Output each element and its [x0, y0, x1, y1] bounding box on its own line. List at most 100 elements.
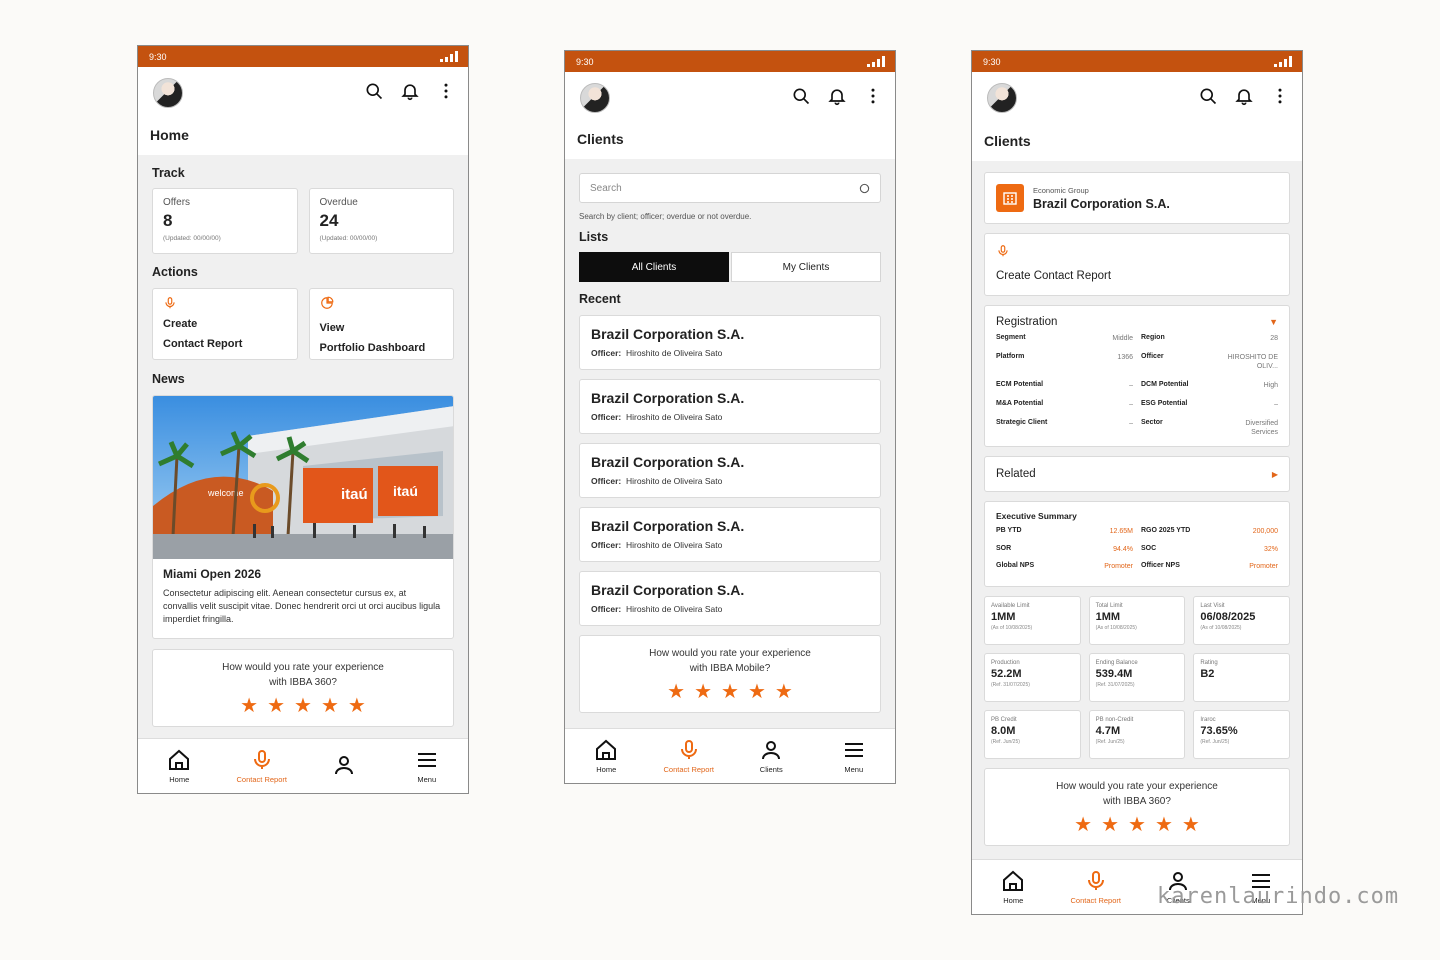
client-list-item[interactable]: Brazil Corporation S.A. Officer: Hiroshi… — [579, 315, 881, 370]
sign-text-2: itaú — [393, 483, 418, 499]
metric-label: Available Limit — [991, 602, 1030, 609]
app-header: Clients — [972, 72, 1302, 161]
metric-value: 1MM — [1095, 610, 1121, 623]
tab-my-clients[interactable]: My Clients — [731, 252, 881, 282]
nav-menu[interactable]: Menu — [386, 739, 469, 793]
star-rating[interactable]: ★ ★ ★ ★ ★ — [993, 815, 1281, 835]
star-icon[interactable]: ★ — [1128, 815, 1146, 835]
star-rating[interactable]: ★ ★ ★ ★ ★ — [161, 696, 445, 716]
nav-home[interactable]: Home — [138, 739, 221, 793]
officer-name: Hiroshito de Oliveira Sato — [625, 604, 723, 614]
star-icon[interactable]: ★ — [775, 682, 793, 702]
metric-card: Available Limit 1MM (As of 10/08/2025) — [984, 595, 1081, 645]
nav-contact-report[interactable]: Contact Report — [1055, 860, 1138, 914]
metric-ref: (Ref. 31/07/2025) — [991, 681, 1030, 688]
field-value: – — [1274, 401, 1278, 408]
caret-down-icon[interactable]: ▼ — [1269, 317, 1278, 327]
bell-icon[interactable] — [400, 81, 420, 101]
search-icon[interactable] — [364, 81, 384, 101]
avatar[interactable] — [153, 78, 183, 108]
nav-label: Menu — [417, 775, 437, 784]
nav-profile[interactable] — [303, 739, 386, 793]
avatar[interactable] — [987, 83, 1017, 113]
metric-card: Iraroc 73.65% (Ref. Jun/25) — [1193, 709, 1290, 759]
metric-card: Rating B2 — [1193, 652, 1290, 702]
more-vertical-icon[interactable] — [436, 81, 456, 101]
status-time: 9:30 — [576, 56, 594, 67]
nav-contact-report[interactable]: Contact Report — [221, 739, 304, 793]
metric-label: Officer NPS — [1141, 562, 1180, 569]
create-contact-report-button[interactable]: Create Contact Report — [984, 233, 1290, 296]
star-icon[interactable]: ★ — [240, 696, 258, 716]
create-contact-report-button[interactable]: Create Contact Report — [152, 288, 298, 360]
star-icon[interactable]: ★ — [348, 696, 366, 716]
search-input[interactable] — [590, 182, 830, 194]
view-portfolio-dashboard-button[interactable]: View Portfolio Dashboard — [308, 288, 454, 360]
more-vertical-icon[interactable] — [863, 86, 883, 106]
metric-label: Iraroc — [1200, 716, 1216, 723]
metric-label: SOC — [1141, 544, 1157, 552]
news-title: Miami Open 2026 — [163, 567, 262, 581]
news-card[interactable]: itaú itaú welcome Miami Open 2026 Consec… — [152, 395, 454, 639]
overdue-updated: (Updated: 00/00/00) — [319, 235, 378, 242]
metric-value: 52.2M — [991, 667, 1022, 680]
star-icon[interactable]: ★ — [321, 696, 339, 716]
bell-icon[interactable] — [1234, 86, 1254, 106]
star-icon[interactable]: ★ — [1155, 815, 1173, 835]
search-icon[interactable] — [791, 86, 811, 106]
home-icon — [1003, 870, 1024, 891]
phone-client-detail-screen: 9:30 Clients Economic Group Brazil Corpo… — [971, 50, 1303, 915]
caret-right-icon: ▶ — [1271, 469, 1278, 479]
metric-label: SOR — [996, 544, 1012, 552]
nav-clients[interactable]: Clients — [730, 729, 813, 783]
overdue-card[interactable]: Overdue 24 (Updated: 00/00/00) — [308, 188, 454, 254]
tab-all-clients[interactable]: All Clients — [579, 252, 729, 282]
star-rating[interactable]: ★ ★ ★ ★ ★ — [588, 682, 872, 702]
actions-heading: Actions — [152, 265, 198, 279]
more-vertical-icon[interactable] — [1270, 86, 1290, 106]
create-contact-report-label: Create Contact Report — [996, 270, 1112, 282]
offers-card[interactable]: Offers 8 (Updated: 00/00/00) — [152, 188, 298, 254]
metric-label: Rating — [1200, 659, 1218, 666]
page-title: Clients — [984, 133, 1031, 149]
metric-value: 94.4% — [1113, 545, 1133, 553]
avatar[interactable] — [580, 83, 610, 113]
officer-name: Hiroshito de Oliveira Sato — [625, 540, 723, 550]
star-icon[interactable]: ★ — [721, 682, 739, 702]
star-icon[interactable]: ★ — [1101, 815, 1119, 835]
star-icon[interactable]: ★ — [748, 682, 766, 702]
star-icon[interactable]: ★ — [267, 696, 285, 716]
offers-count: 8 — [163, 211, 173, 230]
star-icon[interactable]: ★ — [1182, 815, 1200, 835]
star-icon[interactable]: ★ — [667, 682, 685, 702]
metric-value: 539.4M — [1095, 667, 1133, 680]
economic-group-card[interactable]: Economic Group Brazil Corporation S.A. — [984, 172, 1290, 224]
field-label: Sector — [1141, 419, 1163, 426]
star-icon[interactable]: ★ — [1074, 815, 1092, 835]
client-list-item[interactable]: Brazil Corporation S.A. Officer: Hiroshi… — [579, 443, 881, 498]
bell-icon[interactable] — [827, 86, 847, 106]
search-icon[interactable] — [1198, 86, 1218, 106]
metric-ref: (Ref. 31/07/2025) — [1095, 681, 1135, 688]
client-list-item[interactable]: Brazil Corporation S.A. Officer: Hiroshi… — [579, 379, 881, 434]
microphone-icon — [998, 245, 1008, 257]
star-icon[interactable]: ★ — [694, 682, 712, 702]
related-row[interactable]: Related ▶ — [984, 456, 1290, 492]
registration-header[interactable]: Registration ▼ — [996, 316, 1278, 328]
metrics-grid: Available Limit 1MM (As of 10/08/2025) Tot… — [984, 595, 1290, 759]
search-field[interactable] — [579, 173, 881, 203]
metric-ref: (Ref. Jun/25) — [991, 738, 1020, 745]
client-list-item[interactable]: Brazil Corporation S.A. Officer: Hiroshi… — [579, 571, 881, 626]
nav-menu[interactable]: Menu — [813, 729, 896, 783]
registration-grid: Segment Middle Region 28 Platform 1366 Offi… — [996, 334, 1278, 438]
rating-question-line1: How would you rate your experience — [1056, 780, 1218, 792]
client-list-item[interactable]: Brazil Corporation S.A. Officer: Hiroshi… — [579, 507, 881, 562]
nav-home[interactable]: Home — [972, 860, 1055, 914]
status-time: 9:30 — [149, 51, 167, 62]
circle-search-icon[interactable] — [859, 183, 870, 194]
nav-label: Contact Report — [1070, 896, 1121, 905]
nav-contact-report[interactable]: Contact Report — [648, 729, 731, 783]
star-icon[interactable]: ★ — [294, 696, 312, 716]
nav-home[interactable]: Home — [565, 729, 648, 783]
field-value: HIROSHITO DE OLIV... — [1227, 354, 1278, 370]
